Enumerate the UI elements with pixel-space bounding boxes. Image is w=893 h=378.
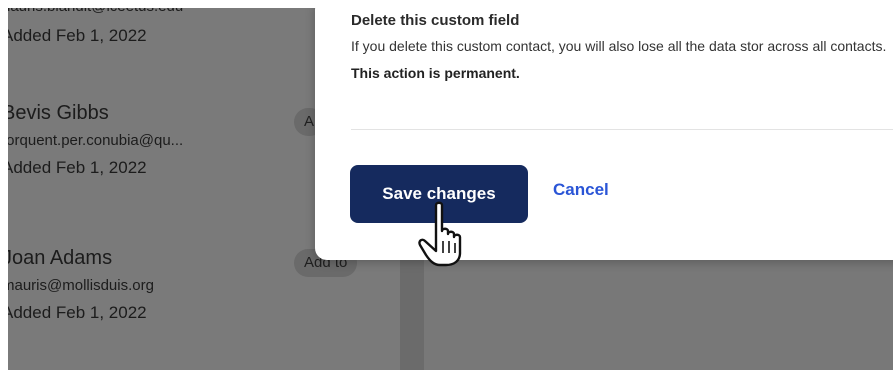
modal-backdrop-overlay: nauris.blandit@iceetus.edu Added Feb 1, … (8, 8, 893, 370)
contact-added-date: Added Feb 1, 2022 (8, 303, 147, 322)
hand-pointer-icon (418, 201, 462, 267)
list-item[interactable]: nauris.blandit@iceetus.edu Added Feb 1, … (8, 8, 183, 48)
window-frame-bottom (0, 370, 893, 378)
cancel-button[interactable]: Cancel (553, 180, 609, 200)
contact-name: Bevis Gibbs (8, 102, 109, 124)
contact-email: torquent.per.conubia@qu... (8, 132, 184, 149)
window-frame-top (0, 0, 893, 8)
modal-divider (351, 129, 893, 130)
modal-warning-emphasis: This action is permanent. (351, 65, 520, 81)
contact-email: nauris.blandit@iceetus.edu (8, 8, 183, 16)
contact-name: Joan Adams (8, 247, 113, 269)
delete-field-modal: Delete this custom field If you delete t… (315, 8, 893, 260)
modal-warning-body: If you delete this custom contact, you w… (351, 38, 887, 54)
contact-added-date: Added Feb 1, 2022 (8, 26, 147, 45)
window-frame-left (0, 0, 8, 378)
contact-added-date: Added Feb 1, 2022 (8, 158, 147, 177)
list-item[interactable]: Joan Adams mauris@mollisduis.org Added F… (8, 245, 154, 325)
modal-heading: Delete this custom field (351, 12, 520, 29)
list-item[interactable]: Bevis Gibbs torquent.per.conubia@qu... A… (8, 100, 183, 180)
modal-warning-text: If you delete this custom contact, you w… (351, 33, 893, 87)
contact-email: mauris@mollisduis.org (8, 277, 154, 294)
